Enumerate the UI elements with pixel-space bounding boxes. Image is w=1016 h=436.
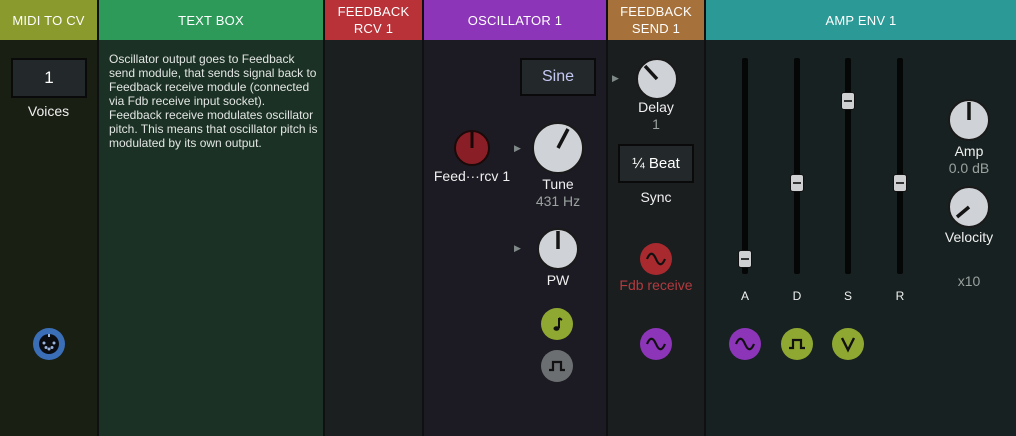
- module-title[interactable]: AMP ENV 1: [706, 0, 1016, 40]
- delay-input-arrow-icon: ▶: [612, 73, 619, 83]
- fdb-receive-label: Fdb receive: [619, 277, 693, 293]
- voices-display[interactable]: 1: [11, 58, 87, 98]
- feedback-amount-knob[interactable]: [453, 126, 491, 166]
- velocity-label: Velocity: [944, 229, 994, 245]
- fdb-receive-socket[interactable]: [640, 243, 672, 275]
- amp-label: Amp: [954, 143, 984, 159]
- multiplier-value[interactable]: x10: [934, 273, 1004, 289]
- feedback-rcv-module: FEEDBACK RCV 1: [325, 0, 422, 436]
- delay-value: 1: [652, 116, 660, 132]
- delay-knob[interactable]: [634, 56, 680, 102]
- slider-track: [742, 58, 748, 274]
- tune-label: Tune: [542, 176, 574, 192]
- gate-input-socket[interactable]: [541, 350, 573, 382]
- voices-label: Voices: [27, 103, 70, 119]
- attack-label: A: [740, 289, 749, 303]
- tune-value: 431 Hz: [535, 193, 581, 209]
- slider-thumb[interactable]: [893, 174, 907, 192]
- audio-input-socket[interactable]: [729, 328, 761, 360]
- midi-to-cv-module: MIDI TO CV 1 Voices: [0, 0, 97, 436]
- module-title[interactable]: TEXT BOX: [99, 0, 323, 40]
- oscillator-module: OSCILLATOR 1 Sine Feed···rcv 1 ▶ Tune 43…: [424, 0, 606, 436]
- waveform-selector[interactable]: Sine: [520, 58, 596, 96]
- module-title[interactable]: FEEDBACK SEND 1: [608, 0, 704, 40]
- feedback-send-module: FEEDBACK SEND 1 ▶ Delay 1 ¼ Beat Sync Fd…: [608, 0, 704, 436]
- tune-knob[interactable]: [531, 120, 585, 176]
- slider-track: [845, 58, 851, 274]
- sine-wave-icon: [734, 337, 756, 351]
- sine-wave-icon: [645, 252, 667, 266]
- amp-value: 0.0 dB: [948, 160, 990, 176]
- release-label: R: [895, 289, 905, 303]
- decay-label: D: [792, 289, 802, 303]
- velocity-input-socket[interactable]: [832, 328, 864, 360]
- slider-track: [794, 58, 800, 274]
- slider-thumb[interactable]: [841, 92, 855, 110]
- delay-label: Delay: [638, 99, 674, 115]
- amp-env-module: AMP ENV 1 A D S R Amp 0.0 dB Velocity x1…: [706, 0, 1016, 436]
- velocity-v-icon: [840, 337, 856, 353]
- midi-din-icon: [39, 334, 59, 354]
- sync-label: Sync: [640, 189, 672, 205]
- pulse-wave-icon: [789, 338, 805, 350]
- slider-thumb[interactable]: [790, 174, 804, 192]
- gate-input-socket[interactable]: [781, 328, 813, 360]
- slider-thumb[interactable]: [738, 250, 752, 268]
- module-title[interactable]: FEEDBACK RCV 1: [325, 0, 422, 40]
- pitch-input-socket[interactable]: [541, 308, 573, 340]
- pw-input-arrow-icon: ▶: [514, 243, 521, 253]
- text-box-module: TEXT BOX Oscillator output goes to Feedb…: [99, 0, 323, 436]
- sustain-label: S: [843, 289, 852, 303]
- sync-selector[interactable]: ¼ Beat: [618, 144, 694, 183]
- velocity-knob[interactable]: [947, 185, 991, 229]
- pulse-wave-icon: [549, 360, 565, 372]
- pw-knob[interactable]: [536, 226, 580, 272]
- text-box-content[interactable]: Oscillator output goes to Feedback send …: [109, 52, 319, 150]
- audio-input-socket[interactable]: [640, 328, 672, 360]
- pw-label: PW: [546, 272, 570, 288]
- amp-knob[interactable]: [947, 98, 991, 142]
- note-icon: [553, 317, 563, 331]
- module-title[interactable]: MIDI TO CV: [0, 0, 97, 40]
- slider-track: [897, 58, 903, 274]
- sine-wave-icon: [645, 337, 667, 351]
- feedback-amount-label: Feed···rcv 1: [433, 168, 511, 184]
- midi-in-socket[interactable]: [33, 328, 65, 360]
- module-title[interactable]: OSCILLATOR 1: [424, 0, 606, 40]
- tune-input-arrow-icon: ▶: [514, 143, 521, 153]
